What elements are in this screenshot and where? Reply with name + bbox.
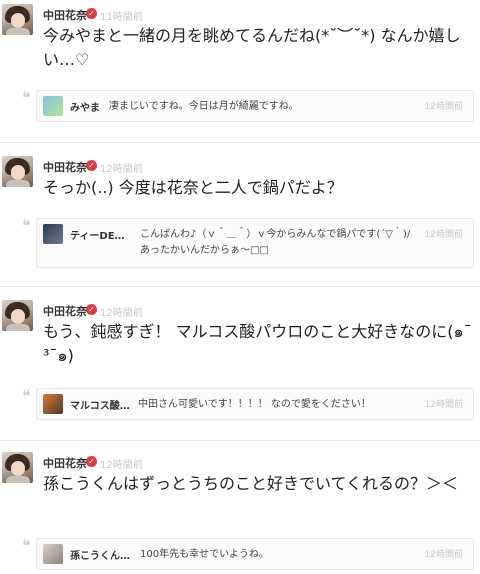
reply-author[interactable]: みやま [70, 99, 100, 114]
author-avatar[interactable] [2, 4, 33, 35]
reply-avatar[interactable] [43, 96, 63, 116]
reply-time: 12時間前 [424, 400, 463, 410]
reply-time: 12時間前 [424, 102, 463, 112]
reply-box[interactable]: 孫こうくん… 100年先も幸せでいようね。 12時間前 [36, 538, 474, 570]
verified-check-icon: ✓ [86, 304, 97, 315]
reply-box[interactable]: みやま 凄まじいですね。今日は月が綺麗ですね。 12時間前 [36, 90, 474, 122]
quote-icon: ❝ [22, 88, 31, 107]
post-2: 中田花奈 ✓ 12時間前 そっか(..) 今度は花奈と二人で鍋パだよ？ ❝ ティ… [0, 152, 480, 282]
reply-avatar[interactable] [43, 544, 63, 564]
reply-text: 中田さん可愛いです！！！！ なので愛をください！ [138, 399, 371, 410]
post-time: 11時間前 [100, 12, 143, 23]
reply-time: 12時間前 [424, 230, 463, 240]
author-avatar[interactable] [2, 452, 33, 483]
reply-avatar[interactable] [43, 394, 63, 414]
verified-check-icon: ✓ [86, 8, 97, 19]
reply-text: 100年先も幸せでいようね。 [140, 549, 269, 560]
reply-author[interactable]: 孫こうくん… [70, 547, 130, 562]
reply-author[interactable]: ティーDE… [70, 227, 125, 242]
reply-box[interactable]: マルコス酸… 中田さん可愛いです！！！！ なので愛をください！ 12時間前 [36, 388, 474, 420]
reply-text: 凄まじいですね。今日は月が綺麗ですね。 [109, 101, 299, 112]
post-text: そっか(..) 今度は花奈と二人で鍋パだよ？ [43, 178, 343, 197]
post-text: 今みやまと一緒の月を眺めてるんだね(*˘︶˘*) なんか嬉しい…♡ [43, 26, 461, 69]
author-name[interactable]: 中田花奈 [43, 159, 87, 175]
post-text: もう、鈍感すぎ！ マルコス酸パウロのこと大好きなのに(๑¯ ³¯๑) [43, 322, 472, 365]
post-4: 中田花奈 ✓ 12時間前 孫こうくんはずっとうちのこと好きでいてくれるの？＞＜ … [0, 448, 480, 574]
post-divider [0, 286, 480, 287]
verified-check-icon: ✓ [86, 160, 97, 171]
verified-check-icon: ✓ [86, 456, 97, 467]
post-divider [0, 142, 480, 143]
author-avatar[interactable] [2, 300, 33, 331]
reply-author[interactable]: マルコス酸… [70, 397, 130, 412]
post-divider [0, 440, 480, 441]
author-name[interactable]: 中田花奈 [43, 7, 87, 23]
reply-avatar[interactable] [43, 224, 63, 244]
reply-text: こんばんわ♪（ｖ＾＿＾）ｖ今からみんなで鍋パです(´▽｀)/あったかいんだからぁ… [140, 229, 411, 256]
post-time: 12時間前 [100, 164, 143, 175]
post-text: 孫こうくんはずっとうちのこと好きでいてくれるの？＞＜ [43, 474, 459, 493]
quote-icon: ❝ [22, 216, 31, 235]
author-avatar[interactable] [2, 156, 33, 187]
post-3: 中田花奈 ✓ 12時間前 もう、鈍感すぎ！ マルコス酸パウロのこと大好きなのに(… [0, 296, 480, 436]
reply-box[interactable]: ティーDE… こんばんわ♪（ｖ＾＿＾）ｖ今からみんなで鍋パです(´▽｀)/あった… [36, 218, 474, 268]
author-name[interactable]: 中田花奈 [43, 455, 87, 471]
post-time: 12時間前 [100, 460, 143, 471]
quote-icon: ❝ [22, 536, 31, 555]
reply-time: 12時間前 [424, 550, 463, 560]
quote-icon: ❝ [22, 386, 31, 405]
author-name[interactable]: 中田花奈 [43, 303, 87, 319]
post-1: 中田花奈 ✓ 11時間前 今みやまと一緒の月を眺めてるんだね(*˘︶˘*) なん… [0, 0, 480, 140]
post-time: 12時間前 [100, 308, 143, 319]
